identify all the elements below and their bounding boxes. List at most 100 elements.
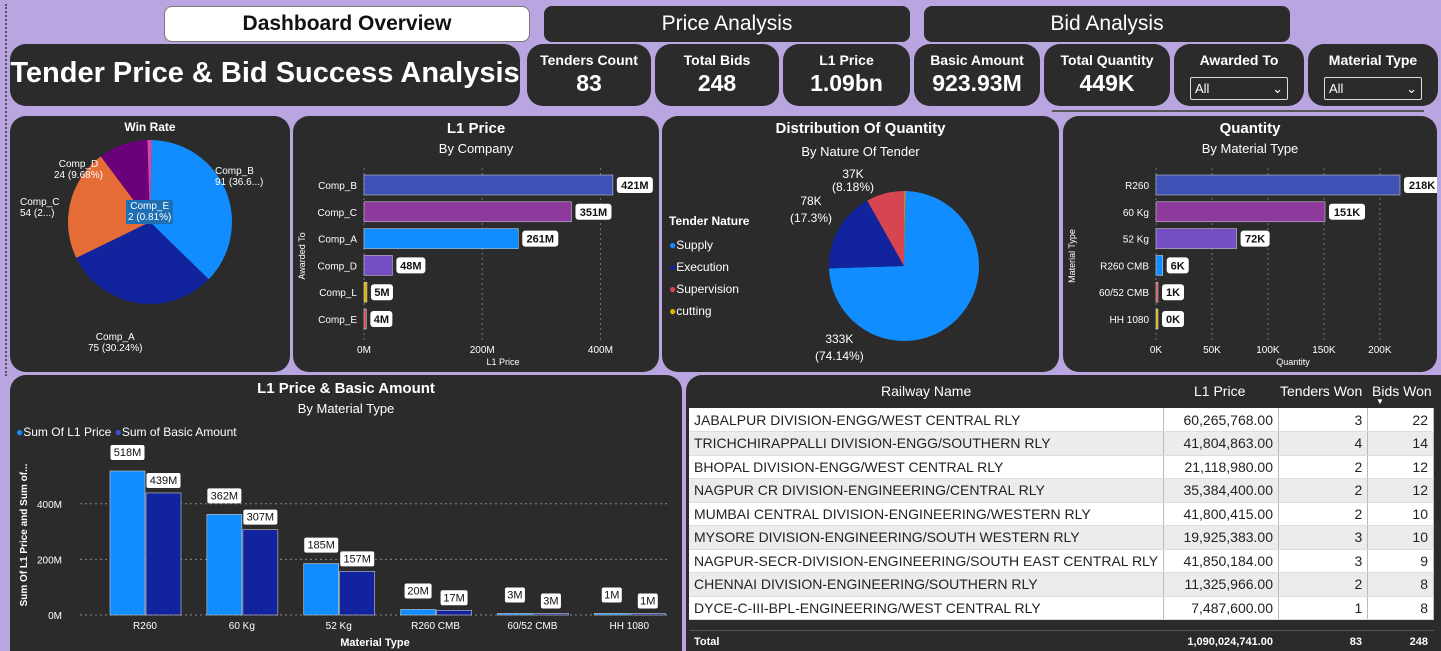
bar-comp-e[interactable] — [363, 308, 367, 330]
pie-label-supervision: 37K (8.18%) — [832, 168, 874, 194]
table-row[interactable]: BHOPAL DIVISION-ENGG/WEST CENTRAL RLY 21,… — [689, 455, 1434, 479]
chevron-down-icon: ⌄ — [1272, 80, 1283, 96]
cell-railway-name: NAGPUR CR DIVISION-ENGINEERING/CENTRAL R… — [689, 478, 1165, 503]
bar-r260-cmb[interactable] — [1155, 255, 1163, 276]
bar-comp-l[interactable] — [363, 281, 368, 303]
x-axis-title: Material Type — [340, 637, 410, 649]
kpi-total-bids: Total Bids 248 — [655, 44, 779, 106]
tab-dashboard-overview[interactable]: Dashboard Overview — [164, 6, 530, 42]
quantity-distribution-panel: Distribution Of Quantity By Nature Of Te… — [662, 116, 1059, 372]
l1-basic-column-chart[interactable]: 0M 200M 400M 518M 439M R260 362M 307M 60 Kg 185M 1… — [10, 375, 682, 651]
cell-railway-name: NAGPUR-SECR-DIVISION-ENGINEERING/SOUTH E… — [689, 549, 1165, 573]
bar-60-52-cmb-l1-price[interactable] — [497, 613, 533, 616]
cell-bids-won: 10 — [1367, 525, 1434, 550]
table-row[interactable]: TRICHCHIRAPPALLI DIVISION-ENGG/SOUTHERN … — [689, 431, 1434, 456]
data-label: 48M — [400, 260, 421, 272]
col-header-l1-price[interactable]: L1 Price — [1194, 383, 1245, 399]
cell-tenders-won: 3 — [1278, 408, 1369, 432]
x-tick-label: 50K — [1203, 345, 1221, 356]
data-label: 185M — [307, 540, 335, 552]
slicer-value: All — [1195, 81, 1210, 96]
table-row[interactable]: MYSORE DIVISION-ENGINEERING/SOUTH WESTER… — [689, 525, 1434, 550]
pie-label-value: 91 (36.6...) — [215, 177, 264, 188]
data-label: 439M — [150, 475, 178, 487]
pie-label-comp-e: Comp_E 2 (0.81%) — [126, 200, 174, 224]
material-type-dropdown[interactable]: All ⌄ — [1324, 77, 1422, 100]
bar-comp-d[interactable] — [363, 255, 393, 276]
col-header-railway-name[interactable]: Railway Name — [881, 383, 971, 399]
report-title-card: Tender Price & Bid Success Analysis — [10, 44, 520, 106]
pie-label-value: 75 (30.24%) — [88, 343, 143, 354]
bar-60-52-cmb-basic-amount[interactable] — [533, 613, 569, 616]
pie-label-name: Comp_E — [130, 201, 170, 212]
slicer-label: Material Type — [1328, 52, 1418, 68]
cell-tenders-won: 3 — [1278, 525, 1369, 550]
bar-comp-b[interactable] — [363, 174, 614, 196]
tab-bid-analysis[interactable]: Bid Analysis — [924, 6, 1290, 42]
cell-bids-won: 10 — [1367, 502, 1434, 526]
bar-r260-basic-amount[interactable] — [145, 492, 182, 616]
cell-l1-price: 41,800,415.00 — [1163, 502, 1279, 526]
pie-label-name: Comp_A — [95, 332, 135, 343]
col-header-tenders-won[interactable]: Tenders Won — [1280, 383, 1362, 399]
cell-bids-won: 14 — [1367, 431, 1434, 456]
data-label: 3M — [507, 590, 522, 602]
x-tick-label: R260 CMB — [411, 621, 460, 632]
bar-52-kg-l1-price[interactable] — [303, 563, 340, 616]
table-row[interactable]: NAGPUR-SECR-DIVISION-ENGINEERING/SOUTH E… — [689, 549, 1434, 573]
cell-railway-name: DYCE-C-III-BPL-ENGINEERING/WEST CENTRAL … — [689, 596, 1165, 620]
bar-52-kg-basic-amount[interactable] — [339, 571, 376, 616]
bar-r260[interactable] — [1155, 174, 1401, 196]
table-row[interactable]: MUMBAI CENTRAL DIVISION-ENGINEERING/WEST… — [689, 502, 1434, 526]
bar-r260-cmb-basic-amount[interactable] — [436, 609, 472, 616]
pie-label-name: Comp_B — [215, 166, 254, 177]
left-dotted-divider — [5, 4, 7, 376]
pie-label-name: Comp_D — [58, 159, 99, 170]
cell-tenders-won: 2 — [1278, 502, 1369, 526]
data-label: 0K — [1166, 314, 1180, 326]
table-row[interactable]: JABALPUR DIVISION-ENGG/WEST CENTRAL RLY 6… — [689, 408, 1434, 432]
bar-60-kg-l1-price[interactable] — [206, 514, 243, 616]
header-divider — [1052, 110, 1424, 112]
x-tick-label: 52 Kg — [326, 621, 352, 632]
bar-60-kg[interactable] — [1155, 201, 1326, 223]
cell-railway-name: MUMBAI CENTRAL DIVISION-ENGINEERING/WEST… — [689, 502, 1165, 526]
bar-comp-c[interactable] — [363, 201, 572, 223]
table-row[interactable]: DYCE-C-III-BPL-ENGINEERING/WEST CENTRAL … — [689, 596, 1434, 620]
cell-bids-won: 12 — [1367, 478, 1434, 503]
awarded-to-dropdown[interactable]: All ⌄ — [1190, 77, 1288, 100]
bar-comp-a[interactable] — [363, 228, 519, 249]
quantity-bar-chart[interactable]: 0K 50K 100K 150K 200K R260 218K 60 Kg 151K 52 Kg 7… — [1063, 116, 1437, 372]
pie-label-value: 24 (9.68%) — [54, 170, 103, 181]
x-tick-label: HH 1080 — [610, 621, 650, 632]
y-tick-label: Comp_B — [318, 181, 357, 192]
x-tick-label: 60 Kg — [229, 621, 255, 632]
pie-label-comp-a: Comp_A 75 (30.24%) — [88, 332, 142, 354]
bar-60-kg-basic-amount[interactable] — [242, 529, 279, 616]
bar-hh-1080-basic-amount[interactable] — [629, 613, 666, 616]
table-row[interactable]: CHENNAI DIVISION-ENGINEERING/SOUTHERN RL… — [689, 572, 1434, 597]
bar-hh-1080-l1-price[interactable] — [593, 613, 630, 616]
win-rate-pie[interactable] — [10, 116, 290, 372]
total-tenders-won: 83 — [1349, 636, 1362, 648]
cell-bids-won: 8 — [1367, 596, 1434, 620]
y-tick-label: Comp_E — [318, 315, 357, 326]
bar-hh-1080[interactable] — [1155, 308, 1159, 330]
table-row[interactable]: NAGPUR CR DIVISION-ENGINEERING/CENTRAL R… — [689, 478, 1434, 503]
total-bids-won: 248 — [1409, 636, 1428, 648]
tab-price-analysis[interactable]: Price Analysis — [544, 6, 910, 42]
kpi-value: 1.09bn — [810, 70, 883, 96]
bar-60-52-cmb[interactable] — [1155, 281, 1159, 303]
pie-label-value: 333K — [825, 332, 854, 346]
bar-52-kg[interactable] — [1155, 228, 1237, 249]
y-tick-label: 60/52 CMB — [1099, 288, 1149, 299]
quantity-by-material-panel: Quantity By Material Type 0K 50K 100K 150K 2… — [1063, 116, 1437, 372]
l1-price-bar-chart[interactable]: 0M 200M 400M Comp_B 421M Comp_C 351M Comp_A 261M… — [293, 116, 659, 372]
bar-r260-l1-price[interactable] — [109, 470, 146, 616]
cell-bids-won: 12 — [1367, 455, 1434, 479]
cell-tenders-won: 2 — [1278, 572, 1369, 597]
bar-r260-cmb-l1-price[interactable] — [400, 609, 436, 616]
data-label: 421M — [621, 180, 649, 192]
data-label: 1M — [640, 596, 655, 608]
data-label: 6K — [1171, 260, 1185, 272]
